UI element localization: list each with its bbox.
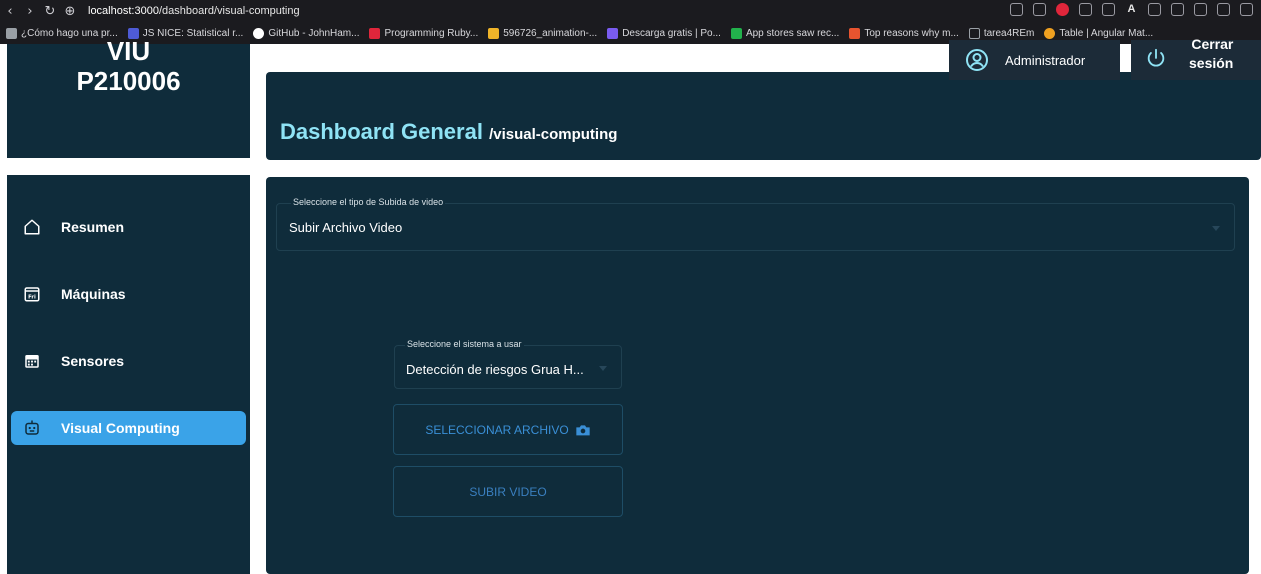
camera-icon[interactable]	[1033, 3, 1046, 16]
extension-w-icon[interactable]	[1148, 3, 1161, 16]
sidebar-item-resumen[interactable]: Resumen	[11, 210, 246, 244]
system-select[interactable]: Seleccione el sistema a usar Detección d…	[394, 339, 622, 389]
sidebar-item-label: Máquinas	[61, 286, 126, 302]
power-icon	[1145, 47, 1167, 74]
bookmark[interactable]: App stores saw rec...	[730, 27, 840, 39]
sidebar: Resumen Fri Máquinas Sensores Visual Com…	[7, 175, 250, 574]
bookmark[interactable]: GitHub - JohnHam...	[253, 27, 360, 39]
chevron-down-icon	[1212, 226, 1220, 231]
translate-extension-icon[interactable]: A	[1125, 3, 1138, 16]
download-icon[interactable]	[1217, 3, 1230, 16]
brand-panel: VIU P210006	[7, 36, 250, 158]
brand-line-1: VIU	[106, 36, 151, 66]
site-info-icon[interactable]: ⊕	[60, 4, 80, 19]
sidebar-item-label: Sensores	[61, 353, 125, 369]
bookmark[interactable]: Programming Ruby...	[369, 27, 479, 39]
menu-icon[interactable]	[1240, 3, 1253, 16]
chevron-down-icon	[599, 366, 607, 371]
bookmark-icon	[369, 27, 381, 39]
bookmark[interactable]: 596726_animation-...	[488, 27, 598, 39]
bookmark-label: Descarga gratis | Po...	[622, 27, 721, 39]
bookmark[interactable]: Table | Angular Mat...	[1044, 27, 1154, 39]
calendar-fri-icon: Fri	[23, 285, 41, 303]
upload-type-label: Seleccione el tipo de Subida de video	[291, 197, 446, 207]
page-path: /visual-computing	[489, 126, 618, 143]
bookmark-label: tarea4REm	[983, 27, 1035, 39]
address-bar[interactable]: localhost:3000/dashboard/visual-computin…	[88, 5, 300, 17]
sidebar-item-label: Resumen	[61, 219, 125, 235]
browser-nav-row: ‹ › ↻ ⊕ localhost:3000/dashboard/visual-…	[0, 0, 1261, 22]
bookmark-icon	[849, 27, 861, 39]
sidebar-item-label: Visual Computing	[61, 420, 180, 436]
logout-line-1: Cerrar	[1191, 36, 1234, 52]
heart-icon[interactable]	[1102, 3, 1115, 16]
url-path: /dashboard/visual-computing	[158, 5, 300, 17]
user-label: Administrador	[1005, 52, 1086, 68]
app: VIU P210006 Dashboard General /visual-co…	[0, 36, 1261, 574]
page-header: Dashboard General /visual-computing	[266, 72, 1261, 160]
bookmark[interactable]: Top reasons why m...	[849, 27, 959, 39]
upload-panel: Seleccione el tipo de Subida de video Su…	[266, 177, 1249, 574]
forward-icon[interactable]: ›	[20, 4, 40, 19]
brand-line-2: P210006	[76, 66, 181, 96]
send-icon[interactable]	[1079, 3, 1092, 16]
url-host: localhost:3000	[88, 5, 159, 17]
upload-video-button[interactable]: SUBIR VIDEO	[393, 466, 623, 517]
system-value: Detección de riesgos Grua H...	[406, 362, 584, 377]
bookmark-label: Table | Angular Mat...	[1059, 27, 1154, 39]
reload-icon[interactable]: ↻	[40, 4, 60, 19]
sidebar-item-sensores[interactable]: Sensores	[11, 344, 246, 378]
calendar-fri-text: Fri	[28, 295, 36, 301]
home-icon	[23, 218, 41, 236]
back-icon[interactable]: ‹	[0, 4, 20, 19]
github-icon	[253, 27, 265, 39]
camera-icon	[575, 423, 591, 437]
select-file-button[interactable]: SELECCIONAR ARCHIVO	[393, 404, 623, 455]
upload-video-label: SUBIR VIDEO	[469, 484, 547, 499]
puzzle-icon[interactable]	[1171, 3, 1184, 16]
user-menu-button[interactable]: Administrador	[949, 40, 1120, 80]
calendar-grid-icon	[23, 352, 41, 370]
bookmark-icon	[1044, 27, 1056, 39]
user-circle-icon	[965, 48, 989, 72]
upload-type-value: Subir Archivo Video	[289, 220, 403, 235]
logout-label: Cerrar sesión	[1189, 35, 1233, 73]
robot-icon	[23, 419, 41, 437]
logout-line-2: sesión	[1189, 55, 1234, 71]
bookmark-label: Programming Ruby...	[384, 27, 479, 39]
bookmark[interactable]: Descarga gratis | Po...	[607, 27, 721, 39]
logout-button[interactable]: Cerrar sesión	[1131, 36, 1261, 80]
folder-icon	[968, 27, 980, 39]
profile-icon[interactable]	[1194, 3, 1207, 16]
shield-extension-icon[interactable]	[1056, 3, 1069, 16]
bookmark-label: 596726_animation-...	[503, 27, 598, 39]
select-file-label: SELECCIONAR ARCHIVO	[425, 422, 569, 437]
bookmark-label: App stores saw rec...	[745, 27, 840, 39]
sidebar-item-visual-computing[interactable]: Visual Computing	[11, 411, 246, 445]
system-label: Seleccione el sistema a usar	[405, 339, 524, 349]
bookmark-icon	[488, 27, 500, 39]
page-title-text: Dashboard General	[280, 119, 483, 144]
page-title: Dashboard General /visual-computing	[280, 119, 617, 145]
upload-type-select[interactable]: Seleccione el tipo de Subida de video Su…	[276, 197, 1235, 251]
bookmark-label: Top reasons why m...	[864, 27, 959, 39]
bookmark-folder[interactable]: tarea4REm	[968, 27, 1035, 39]
bookmark-icon	[730, 27, 742, 39]
screenshot-icon[interactable]	[1010, 3, 1023, 16]
bookmark-icon	[607, 27, 619, 39]
sidebar-item-maquinas[interactable]: Fri Máquinas	[11, 277, 246, 311]
bookmark-label: GitHub - JohnHam...	[268, 27, 360, 39]
extension-icons: A	[1010, 3, 1253, 16]
